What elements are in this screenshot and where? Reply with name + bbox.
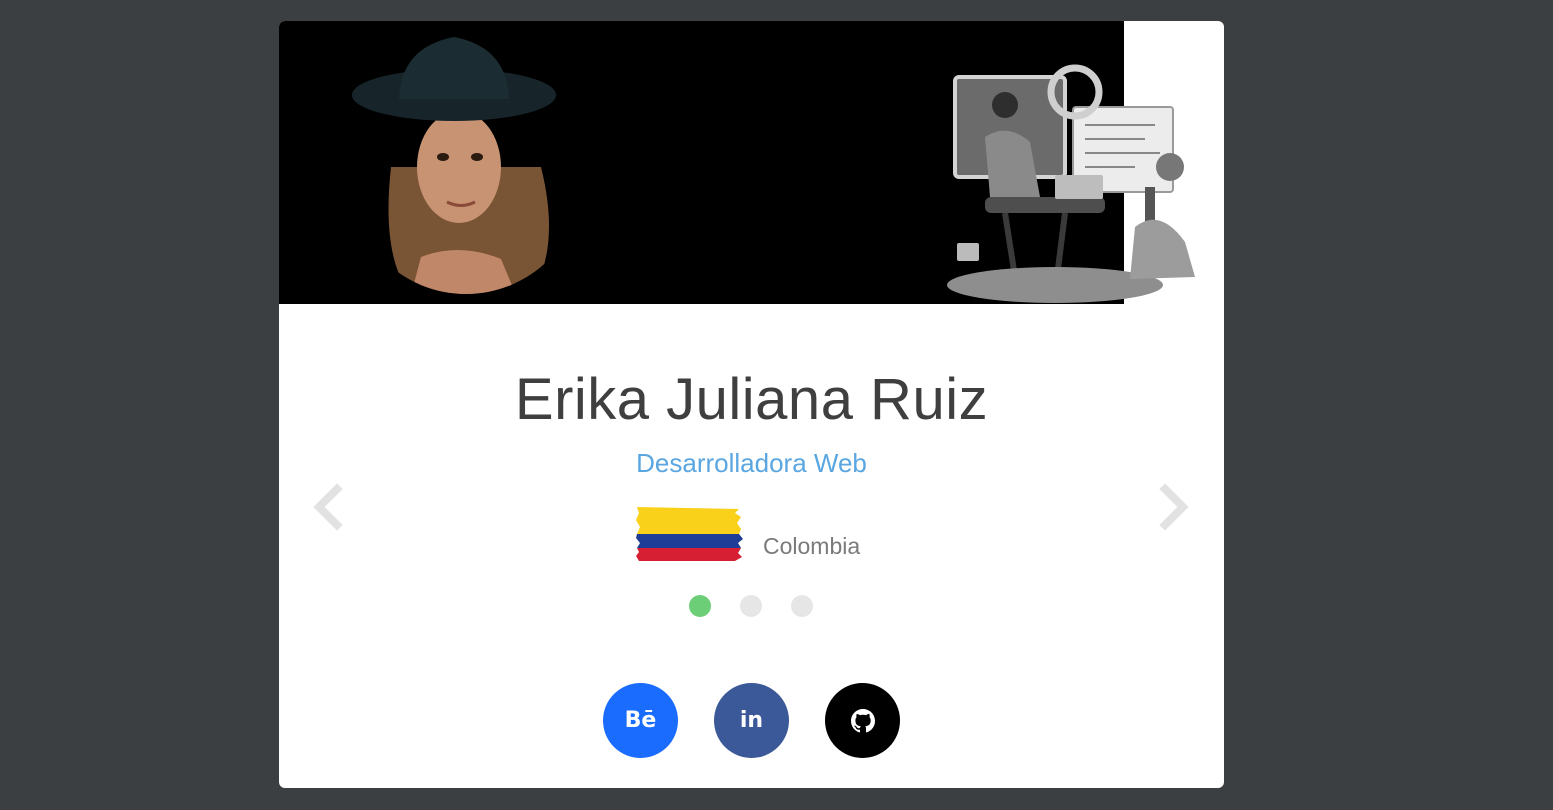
github-button[interactable] <box>825 683 900 758</box>
behance-button[interactable]: Bē <box>603 683 678 758</box>
chevron-left-icon <box>313 483 343 531</box>
carousel-indicators <box>689 595 813 617</box>
carousel-next-button[interactable] <box>1155 483 1191 531</box>
country-label: Colombia <box>763 533 861 559</box>
developer-illustration <box>947 64 1195 303</box>
carousel-prev-button[interactable] <box>311 483 347 531</box>
profile-photo <box>351 37 581 294</box>
linkedin-icon: in <box>739 708 764 733</box>
profile-name: Erika Juliana Ruiz <box>514 367 989 432</box>
profile-role: Desarrolladora Web <box>636 448 867 478</box>
chevron-right-icon <box>1159 483 1189 531</box>
behance-icon: Bē <box>624 708 657 733</box>
carousel-dot-2[interactable] <box>740 595 762 617</box>
carousel-dot-1[interactable] <box>689 595 711 617</box>
carousel-dot-3[interactable] <box>791 595 813 617</box>
profile-card: Erika Juliana Ruiz Desarrolladora Web Co… <box>279 21 1224 788</box>
colombia-flag-icon <box>636 507 743 561</box>
profile-location: Colombia <box>635 503 860 563</box>
linkedin-button[interactable]: in <box>714 683 789 758</box>
github-icon <box>850 708 875 732</box>
social-links: Bē in <box>603 683 900 758</box>
